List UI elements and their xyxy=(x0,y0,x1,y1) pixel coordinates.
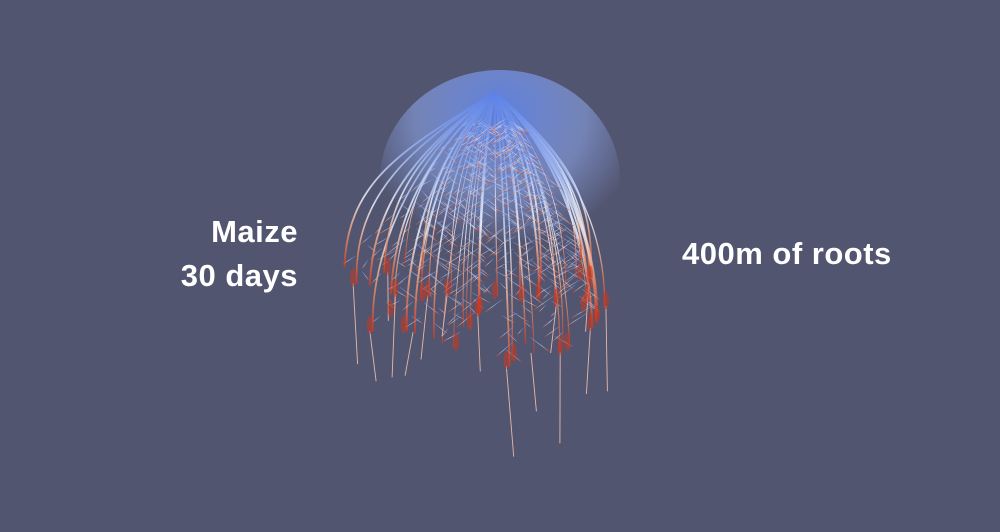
root-tip xyxy=(510,344,517,362)
lateral-root-hair xyxy=(362,271,370,281)
root-tip xyxy=(366,315,373,334)
root-tip xyxy=(587,265,593,284)
root-tip xyxy=(491,281,498,299)
root-tip xyxy=(577,263,584,282)
root-tip xyxy=(387,299,394,318)
root-tip xyxy=(518,284,525,303)
lateral-root-hair xyxy=(508,293,521,302)
lateral-root-hair xyxy=(391,238,402,248)
root-tail xyxy=(404,332,414,376)
root-tail xyxy=(420,295,429,360)
root-tail xyxy=(441,293,448,337)
root-tip xyxy=(453,332,460,351)
root-tip xyxy=(535,281,542,300)
root-tail xyxy=(369,330,377,382)
root-length-label: 400m of roots xyxy=(682,236,892,271)
lateral-root-hair xyxy=(453,297,464,306)
root-tip xyxy=(419,283,426,302)
root-tip xyxy=(584,285,590,304)
lateral-root-hair xyxy=(544,325,560,338)
lateral-root-hair xyxy=(361,259,369,269)
root-tip xyxy=(350,268,357,287)
root-tip xyxy=(424,280,431,299)
root-tip xyxy=(564,332,571,351)
root-tip xyxy=(587,312,594,331)
visualization-canvas: Maize 30 days 400m of roots xyxy=(0,0,1000,532)
root-tip xyxy=(444,278,451,297)
root-tip xyxy=(593,305,600,324)
plant-caption: Maize 30 days xyxy=(120,210,298,298)
lateral-root-hair xyxy=(510,310,530,323)
root-tip xyxy=(466,312,473,331)
lateral-root-hair xyxy=(566,313,587,327)
lateral-root-hair xyxy=(529,336,551,353)
root-tail xyxy=(530,352,537,412)
root-tip xyxy=(557,337,564,356)
root-tail xyxy=(505,365,515,457)
lateral-root-hair xyxy=(369,248,382,260)
root-tip xyxy=(400,315,407,334)
root-tip xyxy=(384,257,391,276)
lateral-root-hair xyxy=(360,234,372,245)
lateral-root-hair xyxy=(498,326,514,340)
root-tip xyxy=(392,278,399,297)
root-tip xyxy=(503,350,510,369)
root-tail xyxy=(585,327,591,395)
lateral-root-hair xyxy=(448,300,465,313)
plant-age-label: 30 days xyxy=(180,258,298,293)
root-tip xyxy=(602,291,609,310)
root-tail xyxy=(477,313,481,372)
root-tip xyxy=(553,288,560,307)
root-tail xyxy=(550,303,557,354)
plant-species-label: Maize xyxy=(211,214,298,249)
lateral-root-hair xyxy=(516,328,524,336)
root-tail xyxy=(352,283,359,365)
root-system-render xyxy=(342,70,620,457)
root-tail xyxy=(605,306,608,392)
root-tip xyxy=(476,295,483,314)
